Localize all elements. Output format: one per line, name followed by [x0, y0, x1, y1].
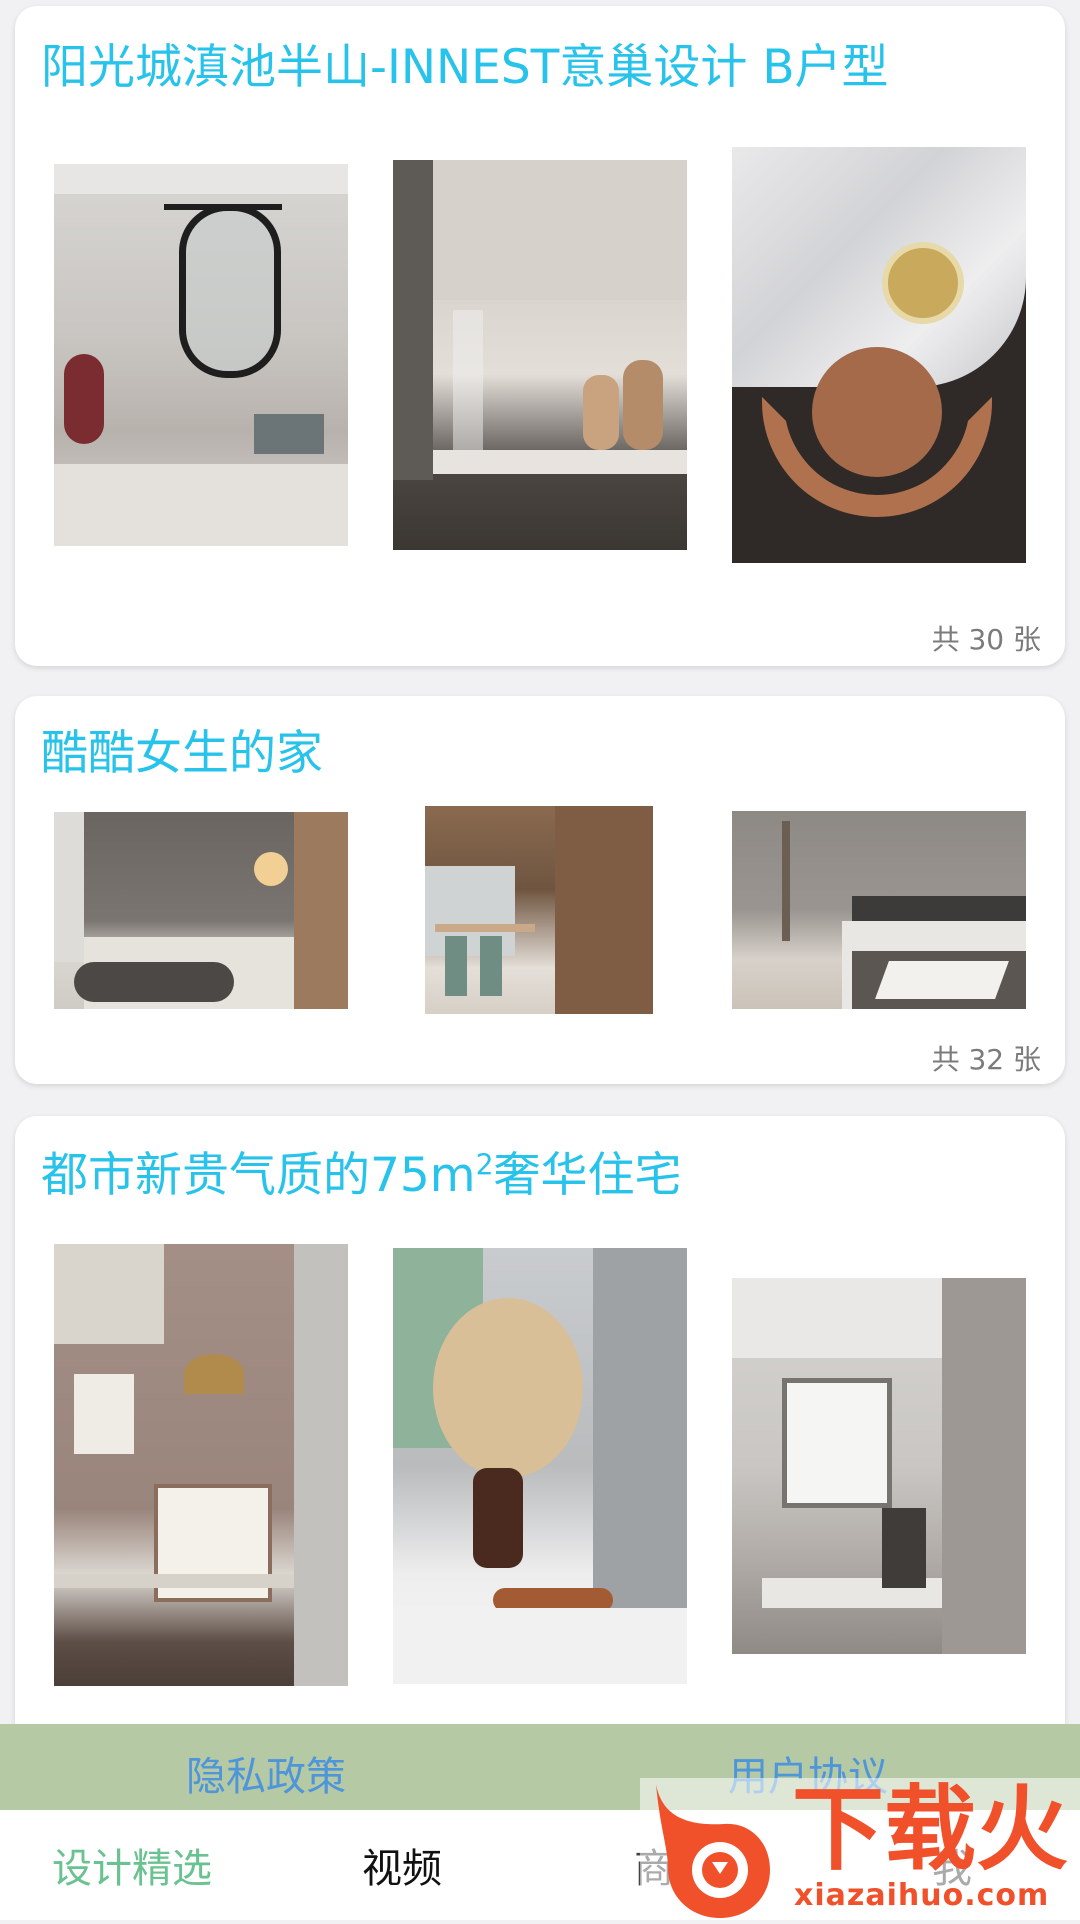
- privacy-policy-link[interactable]: 隐私政策: [186, 1744, 346, 1802]
- photo-count: 共 30 张: [931, 623, 1041, 656]
- card-title: 阳光城滇池半山-INNEST意巢设计 B户型: [41, 40, 889, 95]
- watermark: 下载火 xiazaihuo.com: [640, 1778, 1080, 1920]
- card-title: 都市新贵气质的75m2奢华住宅: [41, 1148, 682, 1203]
- design-card[interactable]: 都市新贵气质的75m2奢华住宅: [15, 1116, 1065, 1756]
- watermark-url: xiazaihuo.com: [794, 1878, 1050, 1913]
- design-photo[interactable]: [393, 160, 687, 550]
- card-title: 酷酷女生的家: [41, 726, 323, 781]
- design-photo[interactable]: [732, 147, 1026, 563]
- watermark-brand: 下载火: [792, 1776, 1069, 1883]
- design-card[interactable]: 阳光城滇池半山-INNEST意巢设计 B户型 共 30 张: [15, 6, 1065, 666]
- design-photo[interactable]: [54, 164, 348, 546]
- design-photo[interactable]: [732, 811, 1026, 1009]
- design-card[interactable]: 酷酷女生的家 共 32 张: [15, 696, 1065, 1084]
- design-photo[interactable]: [393, 1248, 687, 1684]
- tab-design-picks[interactable]: 设计精选: [52, 1836, 212, 1894]
- design-photo[interactable]: [425, 806, 653, 1014]
- tab-video[interactable]: 视频: [362, 1836, 442, 1894]
- design-photo[interactable]: [732, 1278, 1026, 1654]
- design-photo[interactable]: [54, 812, 348, 1009]
- design-photo[interactable]: [54, 1244, 348, 1686]
- photo-count: 共 32 张: [931, 1043, 1041, 1076]
